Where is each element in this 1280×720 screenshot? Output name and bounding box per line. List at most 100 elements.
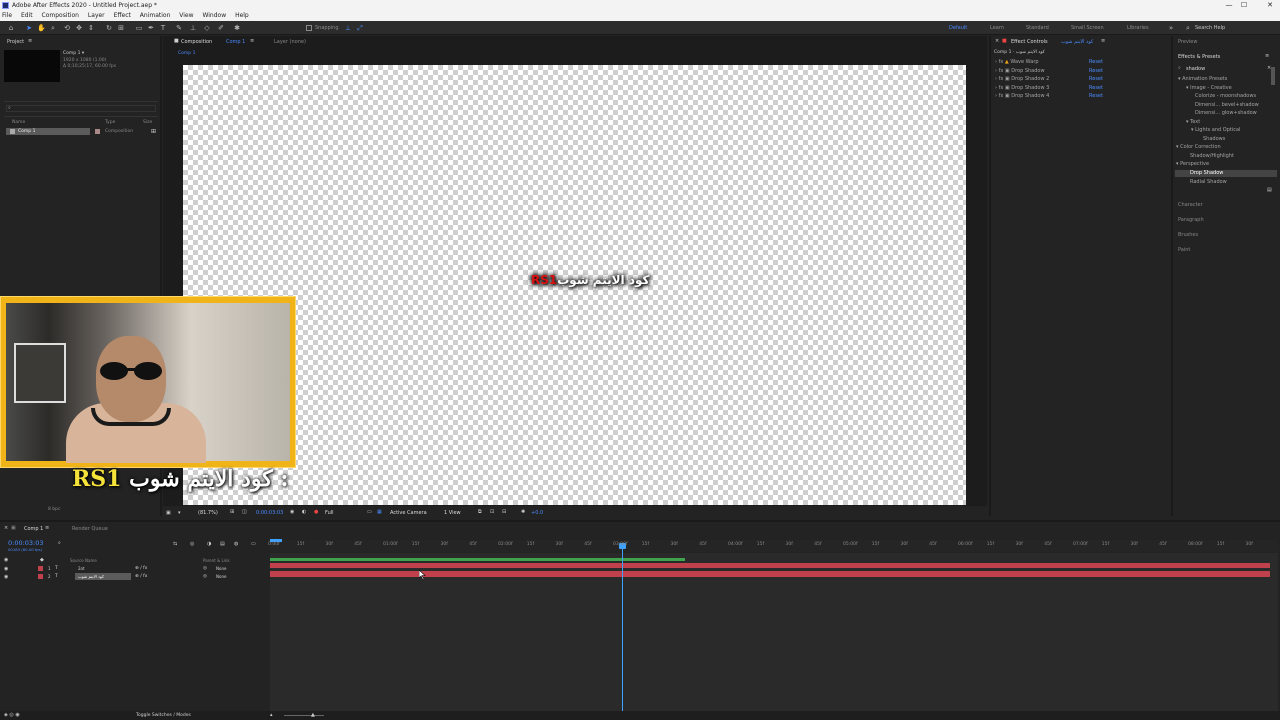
eraser-tool-icon[interactable]: ◇ <box>203 24 211 32</box>
zoom-tool-icon[interactable]: ⌕ <box>49 24 57 32</box>
layer-switches[interactable]: ⊕ / fx <box>135 566 147 571</box>
workspace-small-screen[interactable]: Small Screen <box>1071 25 1104 31</box>
orbit-camera-icon[interactable]: ⟲ <box>63 24 71 32</box>
view-layout-dropdown[interactable]: 1 View <box>444 510 461 516</box>
viewer-tab-menu-icon[interactable]: ≡ <box>250 38 254 44</box>
menu-edit[interactable]: Edit <box>21 12 33 19</box>
workspace-default[interactable]: Default <box>949 25 967 31</box>
parent-pickwhip-icon[interactable]: ◎ <box>203 574 207 579</box>
timeline-tab[interactable]: Comp 1 <box>24 526 43 532</box>
paint-panel-tab[interactable]: Paint <box>1178 247 1190 253</box>
layer-switches[interactable]: ⊕ / fx <box>135 574 147 579</box>
reset-button[interactable]: Reset <box>1089 59 1103 65</box>
timeline-current-time[interactable]: 0:00:03:03 <box>8 539 44 547</box>
snapshot-camera-icon[interactable]: ◉ <box>290 509 294 515</box>
current-time-indicator[interactable] <box>622 545 623 713</box>
tree-shadow-highlight[interactable]: Shadow/Highlight <box>1190 153 1234 159</box>
reset-button[interactable]: Reset <box>1089 93 1103 99</box>
rectangle-tool-icon[interactable]: ▭ <box>135 24 143 32</box>
project-comp-name[interactable]: Comp 1 ▾ <box>63 51 84 56</box>
graph-editor-icon[interactable]: ▭ <box>251 541 256 547</box>
home-icon[interactable]: ⌂ <box>7 24 15 32</box>
timeline-toggle-icon[interactable]: ⊡ <box>490 509 494 515</box>
zoom-out-icon[interactable]: ▴ <box>270 712 273 718</box>
transparency-grid-icon[interactable]: ▦ <box>377 509 382 515</box>
hand-tool-icon[interactable]: ✋ <box>37 24 46 32</box>
exposure-value[interactable]: +0.0 <box>531 510 543 516</box>
puppet-tool-icon[interactable]: ✱ <box>233 24 241 32</box>
tree-lights-optical[interactable]: ▾ Lights and Optical <box>1191 127 1240 133</box>
snap-expand-icon[interactable]: ⤢ <box>356 24 364 32</box>
close-button[interactable]: ✕ <box>1263 0 1277 11</box>
effect-controls-menu-icon[interactable]: ≡ <box>1101 38 1105 44</box>
tree-perspective[interactable]: ▾ Perspective <box>1176 161 1209 167</box>
effect-row-drop-shadow-4[interactable]: › fx ▣ Drop Shadow 4 <box>995 93 1049 99</box>
effect-row-drop-shadow[interactable]: › fx ▣ Drop Shadow <box>995 68 1045 74</box>
layer-label-color[interactable] <box>38 574 43 579</box>
parent-dropdown[interactable]: None <box>216 566 226 571</box>
minimize-button[interactable]: — <box>1222 0 1236 11</box>
layer-name[interactable]: 2ot <box>78 566 85 571</box>
snap-options-icon[interactable]: ⟂ <box>344 24 352 32</box>
pan-camera-icon[interactable]: ✥ <box>75 24 83 32</box>
layer-visibility-icon[interactable]: ◉ <box>4 566 8 572</box>
zoom-in-icon[interactable]: ▲ <box>311 712 315 718</box>
paragraph-panel-tab[interactable]: Paragraph <box>1178 217 1204 223</box>
reset-button[interactable]: Reset <box>1089 76 1103 82</box>
brush-tool-icon[interactable]: ✎ <box>175 24 183 32</box>
project-item-flow-icon[interactable]: ⊞ <box>151 128 156 135</box>
effect-controls-close-icon[interactable]: × <box>995 38 999 44</box>
effect-row-drop-shadow-3[interactable]: › fx ▣ Drop Shadow 3 <box>995 85 1049 91</box>
composition-tab-comp[interactable]: Comp 1 <box>226 39 245 45</box>
character-panel-tab[interactable]: Character <box>1178 202 1203 208</box>
clone-stamp-icon[interactable]: ⊥ <box>189 24 197 32</box>
timeline-zoom-slider[interactable] <box>284 715 324 716</box>
motion-blur-icon[interactable]: ◍ <box>234 541 238 547</box>
time-ruler[interactable] <box>270 540 1278 552</box>
flowchart-icon[interactable]: ⊟ <box>502 509 506 515</box>
grid-guides-icon[interactable]: ⊞ <box>230 509 234 515</box>
composition-text-layer[interactable]: RS1كود الايتم شوب <box>531 273 650 287</box>
region-of-interest-icon[interactable]: ▭ <box>367 509 372 515</box>
render-queue-tab[interactable]: Render Queue <box>72 526 108 532</box>
project-col-type[interactable]: Type <box>105 120 115 125</box>
layer-label-color[interactable] <box>38 566 43 571</box>
new-folder-icon[interactable]: ▤ <box>1267 187 1272 193</box>
menu-file[interactable]: File <box>2 12 12 19</box>
resolution-dropdown[interactable]: Full <box>325 510 334 516</box>
tree-dimensi-glow[interactable]: Dimensi... glow+shadow <box>1195 110 1257 116</box>
project-tab[interactable]: Project <box>7 39 24 45</box>
menu-view[interactable]: View <box>179 12 193 19</box>
composition-tab[interactable]: Composition <box>181 39 212 45</box>
workspace-overflow-icon[interactable]: » <box>1167 24 1175 32</box>
menu-layer[interactable]: Layer <box>88 12 105 19</box>
label-color-swatch[interactable] <box>95 129 100 134</box>
parent-pickwhip-icon[interactable]: ◎ <box>203 566 207 571</box>
toggle-switches-modes[interactable]: Toggle Switches / Modes <box>136 713 191 718</box>
reset-button[interactable]: Reset <box>1089 68 1103 74</box>
menu-window[interactable]: Window <box>202 12 226 19</box>
effects-scrollbar[interactable] <box>1271 67 1275 85</box>
layer-bar-2ot[interactable] <box>270 563 1270 568</box>
exposure-icon[interactable]: ✺ <box>521 509 525 515</box>
tree-dimensi-bevel[interactable]: Dimensi... bevel+shadow <box>1195 102 1259 108</box>
comp-breadcrumb[interactable]: Comp 1 <box>178 51 195 56</box>
viewer-lock-icon[interactable]: ■ <box>174 38 179 44</box>
tree-drop-shadow[interactable]: Drop Shadow <box>1190 170 1223 176</box>
draft-3d-icon[interactable]: ◎ <box>190 541 194 547</box>
show-channel-icon[interactable]: ● <box>314 509 318 515</box>
workspace-libraries[interactable]: Libraries <box>1127 25 1149 31</box>
tree-colorize-moonshadows[interactable]: Colorize - moonshadows <box>1195 93 1256 99</box>
layer-tab[interactable]: Layer (none) <box>274 39 306 45</box>
dolly-camera-icon[interactable]: ⇕ <box>87 24 95 32</box>
effects-presets-tab[interactable]: Effects & Presets <box>1178 54 1220 60</box>
effects-search-input[interactable]: shadow <box>1186 66 1205 72</box>
timeline-close-icon[interactable]: × <box>4 525 8 531</box>
effect-controls-lock-icon[interactable]: ■ <box>1002 38 1007 44</box>
project-item-name[interactable]: Comp 1 <box>18 129 35 134</box>
menu-animation[interactable]: Animation <box>140 12 171 19</box>
selection-tool-icon[interactable]: ➤ <box>25 24 33 32</box>
comp-mini-flowchart-icon[interactable]: ⇆ <box>173 541 177 547</box>
project-menu-icon[interactable]: ≡ <box>28 38 32 44</box>
project-col-size[interactable]: Size <box>143 120 152 125</box>
